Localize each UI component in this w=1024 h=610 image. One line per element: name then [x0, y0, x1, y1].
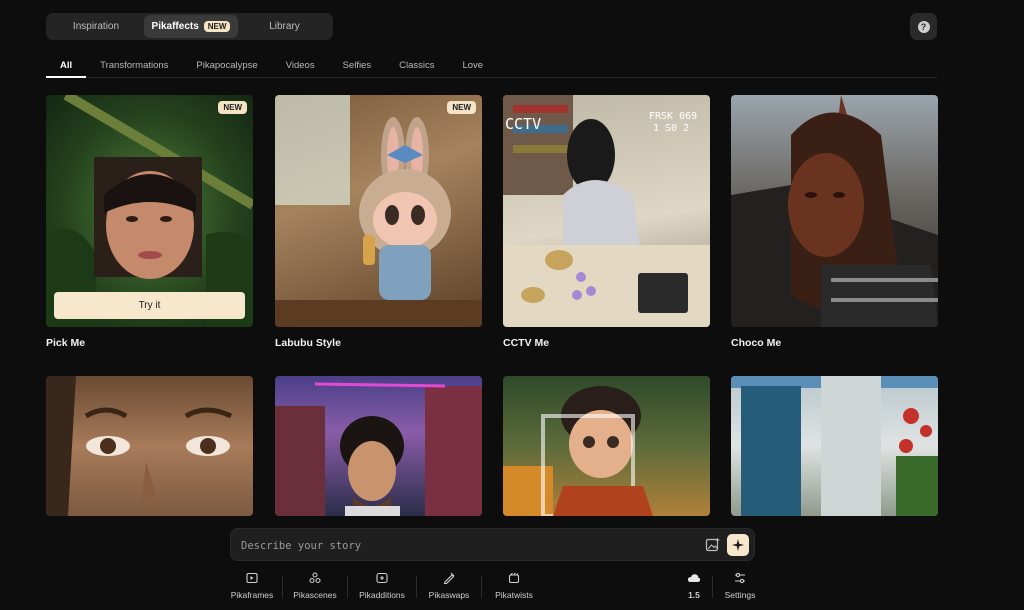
- tab-pikaffects[interactable]: Pikaffects NEW: [144, 15, 238, 38]
- choco-scene: [731, 95, 938, 327]
- sparkle-icon: [732, 539, 744, 551]
- eyes-scene: [46, 376, 233, 516]
- category-tab-classics[interactable]: Classics: [385, 56, 448, 78]
- tool-pikaswaps[interactable]: Pikaswaps: [417, 568, 481, 604]
- tool-label: Pikaframes: [230, 590, 274, 600]
- tool-pikadditions[interactable]: Pikadditions: [348, 568, 416, 604]
- category-tab-videos[interactable]: Videos: [272, 56, 329, 78]
- swaps-icon: [443, 572, 455, 584]
- effect-card[interactable]: [731, 376, 938, 516]
- card-title: Labubu Style: [275, 337, 341, 349]
- tool-pikaframes[interactable]: Pikaframes: [222, 568, 282, 604]
- tools-bar: Pikaframes Pikascenes Pikadditions Pikas…: [222, 568, 767, 604]
- new-badge: NEW: [447, 101, 476, 114]
- effect-card[interactable]: [503, 376, 710, 516]
- cctv-label: CCTV: [505, 115, 541, 133]
- tool-pikascenes[interactable]: Pikascenes: [283, 568, 347, 604]
- effect-card-choco-me[interactable]: [731, 95, 938, 327]
- new-badge: NEW: [218, 101, 247, 114]
- generate-button[interactable]: [727, 534, 749, 556]
- city-scene: [275, 382, 482, 516]
- help-button[interactable]: ?: [910, 13, 937, 40]
- category-tab-all[interactable]: All: [46, 56, 87, 78]
- scenes-icon: [309, 572, 321, 584]
- tab-label: Library: [269, 21, 300, 32]
- twists-icon: [508, 572, 520, 584]
- category-tab-love[interactable]: Love: [448, 56, 497, 78]
- settings-label: Settings: [724, 590, 756, 600]
- effect-card[interactable]: [275, 376, 482, 516]
- cctv-scene: CCTV FRSK 069 1 S0 2: [503, 95, 710, 327]
- category-tabs: All Transformations Pikapocalypse Videos…: [46, 56, 937, 78]
- story-prompt-input[interactable]: [241, 537, 681, 554]
- tool-label: Pikatwists: [495, 590, 533, 600]
- settings-button[interactable]: Settings: [713, 568, 767, 604]
- effect-card-labubu-style[interactable]: NEW: [275, 95, 482, 327]
- cctv-stamp-line1: FRSK 069: [649, 111, 697, 122]
- cctv-stamp-line2: 1 S0 2: [653, 123, 689, 134]
- try-it-button[interactable]: Try it: [54, 292, 245, 319]
- cloud-icon: [687, 574, 701, 582]
- model-selector[interactable]: 1.5: [676, 568, 712, 604]
- category-tab-pikapocalypse[interactable]: Pikapocalypse: [182, 56, 271, 78]
- sliders-icon: [735, 572, 745, 584]
- new-badge: NEW: [203, 21, 231, 32]
- effect-card[interactable]: [46, 376, 253, 516]
- effect-card-cctv-me[interactable]: CCTV FRSK 069 1 S0 2: [503, 95, 710, 327]
- tab-label: Inspiration: [72, 21, 120, 32]
- tab-label: Pikaffects: [151, 21, 199, 32]
- tool-label: Pikascenes: [293, 590, 337, 600]
- effect-card-pick-me[interactable]: NEW Try it: [46, 95, 253, 327]
- tool-label: Pikadditions: [359, 590, 405, 600]
- category-tab-selfies[interactable]: Selfies: [329, 56, 386, 78]
- labubu-scene: [275, 95, 482, 327]
- model-version: 1.5: [688, 590, 700, 600]
- top-nav: Inspiration Pikaffects NEW Library: [46, 13, 333, 40]
- tool-pikatwists[interactable]: Pikatwists: [482, 568, 546, 604]
- category-tab-transformations[interactable]: Transformations: [86, 56, 182, 78]
- card-title: Pick Me: [46, 337, 86, 349]
- toon-scene: [503, 386, 653, 516]
- help-icon: ?: [917, 20, 930, 33]
- additions-icon: [376, 572, 388, 584]
- tab-inspiration[interactable]: Inspiration: [48, 15, 144, 38]
- prompt-bar: [230, 528, 755, 561]
- glass-scene: [731, 376, 938, 516]
- image-upload-icon[interactable]: [705, 537, 721, 553]
- card-title: Choco Me: [731, 337, 782, 349]
- card-title: CCTV Me: [503, 337, 550, 349]
- frames-icon: [246, 572, 258, 584]
- tool-label: Pikaswaps: [428, 590, 470, 600]
- tab-library[interactable]: Library: [238, 15, 331, 38]
